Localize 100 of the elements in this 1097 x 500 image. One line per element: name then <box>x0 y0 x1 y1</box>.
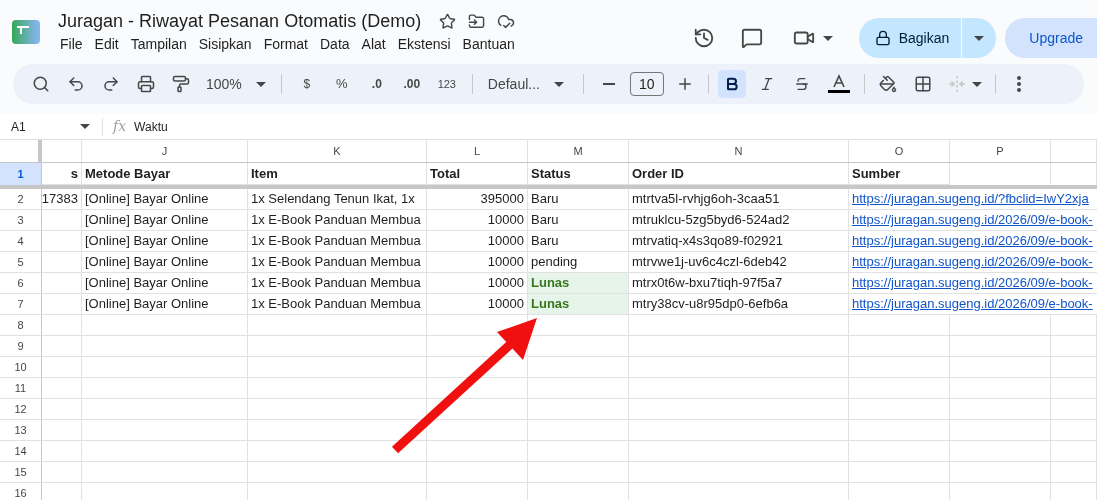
number-format-button[interactable]: 123 <box>432 70 461 98</box>
share-dropdown-button[interactable] <box>962 18 997 58</box>
menu-item[interactable]: Tampilan <box>126 34 191 54</box>
percent-button[interactable]: % <box>327 70 356 98</box>
table-cell-text: [Online] Bayar Online <box>85 232 209 251</box>
merge-icon <box>947 75 966 93</box>
link[interactable]: https://juragan.sugeng.id/2026/09/e-book- <box>852 294 1093 314</box>
table-cell-text: Baru <box>531 232 559 251</box>
header-cell-text: Metode Bayar <box>85 164 171 183</box>
table-cell-text: 10000 <box>487 232 524 251</box>
font-size-field[interactable]: 10 <box>629 72 664 96</box>
column-header[interactable]: O <box>894 142 904 160</box>
menu-item[interactable]: Ekstensi <box>393 34 455 54</box>
row-number[interactable]: 12 <box>0 399 42 419</box>
grid-icon <box>913 75 932 93</box>
caret-icon <box>822 35 833 41</box>
table-cell-text: [Online] Bayar Online <box>85 190 209 209</box>
menu-item[interactable]: Alat <box>357 34 390 54</box>
table-cell-text: [Online] Bayar Online <box>85 211 209 230</box>
table-cell-text: 1x Selendang Tenun Ikat, 1x <box>251 190 415 209</box>
link[interactable]: https://juragan.sugeng.id/2026/09/e-book- <box>852 210 1093 230</box>
table-cell-text: [Online] Bayar Online <box>85 253 209 272</box>
table-cell-text: mtrx0t6w-bxu7tiqh-97f5a7 <box>632 274 783 293</box>
minus-icon <box>602 83 615 85</box>
more-vertical-icon <box>1016 76 1021 92</box>
column-header[interactable]: K <box>333 142 341 160</box>
increase-decimals-button[interactable]: .00 <box>397 70 426 98</box>
zoom-dropdown[interactable]: 100% <box>202 73 270 95</box>
link[interactable]: https://juragan.sugeng.id/2026/09/e-book- <box>852 273 1093 293</box>
column-header[interactable]: N <box>734 142 743 160</box>
table-cell-text: [Online] Bayar Online <box>85 295 209 314</box>
lock-icon <box>874 30 891 46</box>
decrease-decimals-button[interactable]: .0 <box>362 70 391 98</box>
row-number[interactable]: 13 <box>0 420 42 440</box>
menu-item[interactable]: Data <box>316 34 354 54</box>
bold-button[interactable] <box>717 70 746 98</box>
search-icon <box>32 75 50 93</box>
column-header[interactable]: L <box>473 142 481 160</box>
link[interactable]: https://juragan.sugeng.id/?fbclid=IwY2xja <box>852 189 1089 209</box>
table-cell-text: mtrvwe1j-uv6c4czl-6deb42 <box>632 253 787 272</box>
undo-icon <box>67 75 85 93</box>
header-cell-text: Order ID <box>632 164 684 183</box>
table-cell-text: 1x E-Book Panduan Membua <box>251 253 421 272</box>
document-title[interactable]: Juragan - Riwayat Pesanan Otomatis (Demo) <box>58 9 422 33</box>
row-number[interactable]: 11 <box>0 378 42 398</box>
column-header[interactable]: P <box>996 142 1004 160</box>
menu-item[interactable]: Sisipkan <box>194 34 256 54</box>
share-button[interactable]: Bagikan <box>858 18 962 58</box>
paint-roller-icon <box>172 75 190 93</box>
text-color-icon <box>826 74 851 94</box>
version-history-icon[interactable] <box>692 27 715 49</box>
caret-icon <box>971 81 982 87</box>
strikethrough-icon <box>793 76 810 92</box>
currency-button[interactable]: $ <box>292 70 321 98</box>
column-header[interactable]: M <box>573 142 583 160</box>
row-number[interactable]: 16 <box>0 483 42 500</box>
comment-icon[interactable] <box>740 27 763 49</box>
row-number[interactable]: 14 <box>0 441 42 461</box>
table-cell-text: 10000 <box>487 274 524 293</box>
printer-icon <box>137 75 155 93</box>
caret-icon <box>255 81 266 87</box>
formula-field[interactable]: Waktu <box>134 117 168 136</box>
row-number[interactable]: 15 <box>0 462 42 482</box>
table-cell-text: 10000 <box>487 211 524 230</box>
menu-item[interactable]: Bantuan <box>458 34 519 54</box>
header-cell-text: Sumber <box>852 164 901 183</box>
table-cell-text: [Online] Bayar Online <box>85 274 209 293</box>
redo-icon <box>102 75 120 93</box>
name-box[interactable]: A1 <box>0 117 96 136</box>
table-cell-text: Baru <box>531 190 559 209</box>
table-cell-text: mtrvatiq-x4s3qo89-f02921 <box>632 232 784 251</box>
row-number[interactable]: 10 <box>0 357 42 377</box>
table-cell-text: 1x E-Book Panduan Membua <box>251 232 421 251</box>
table-cell-text: mtrtva5l-rvhjg6oh-3caa51 <box>632 190 780 209</box>
table-cell-text: 1x E-Book Panduan Membua <box>251 295 421 314</box>
table-cell-text: mtry38cv-u8r95dp0-6efb6a <box>632 295 789 314</box>
sheets-logo-icon[interactable] <box>12 20 40 44</box>
row-number[interactable]: 1 <box>0 163 42 185</box>
header-cell-text: Status <box>531 164 571 183</box>
table-cell-text: 10000 <box>487 253 524 272</box>
link[interactable]: https://juragan.sugeng.id/2026/09/e-book- <box>852 252 1093 272</box>
star-icon[interactable] <box>439 12 457 30</box>
row-number[interactable]: 9 <box>0 336 42 356</box>
caret-icon <box>974 35 985 41</box>
header-cell-text: s <box>70 164 78 183</box>
menu-item[interactable]: File <box>56 34 87 54</box>
font-dropdown[interactable]: Defaul... <box>483 73 572 95</box>
column-header[interactable]: J <box>161 142 168 160</box>
table-cell-text: pending <box>531 253 578 272</box>
link[interactable]: https://juragan.sugeng.id/2026/09/e-book- <box>852 231 1093 251</box>
upgrade-button[interactable]: Upgrade <box>1005 18 1097 58</box>
table-cell-text: 1x E-Book Panduan Membua <box>251 274 421 293</box>
function-icon: fx <box>113 116 127 137</box>
row-number[interactable]: 8 <box>0 315 42 335</box>
table-cell-text: Baru <box>531 211 559 230</box>
cloud-check-icon[interactable] <box>497 12 516 30</box>
table-cell-text: mtruklcu-5zg5byd6-524ad2 <box>632 211 790 230</box>
menu-item[interactable]: Format <box>259 34 312 54</box>
move-folder-icon[interactable] <box>468 12 486 30</box>
menu-item[interactable]: Edit <box>90 34 123 54</box>
